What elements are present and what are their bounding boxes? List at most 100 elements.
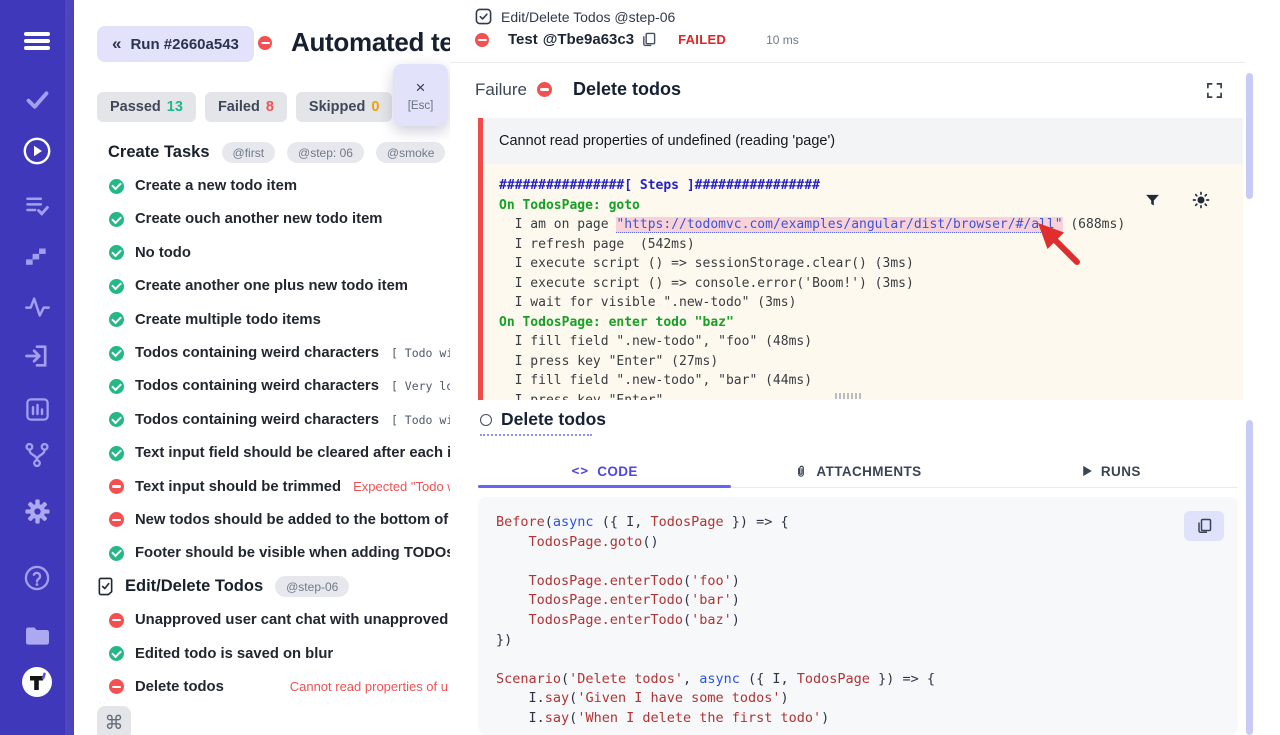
check-icon[interactable]	[0, 86, 74, 113]
command-palette-button[interactable]: ⌘	[97, 706, 131, 735]
code-token: TodosPage.enterTodo	[529, 592, 683, 608]
test-row[interactable]: Todos containing weird characters[ Todo …	[74, 336, 450, 369]
menu-icon[interactable]	[0, 27, 74, 55]
code-line: Before(async ({ I, TodosPage }) => {	[496, 513, 1220, 533]
code-token	[496, 534, 529, 550]
step-line: I fill field ".new-todo", "foo" (48ms)	[499, 332, 1227, 352]
fail-icon	[109, 512, 124, 527]
filter-steps-button[interactable]	[1144, 192, 1161, 209]
pulse-icon[interactable]	[0, 293, 74, 320]
copy-test-id-button[interactable]	[641, 32, 656, 47]
code-token: say	[545, 690, 569, 706]
run-back-button[interactable]: « Run #2660a543	[97, 26, 254, 62]
code-token: I.	[496, 710, 545, 726]
step-text: I execute script () => console.error('Bo…	[499, 276, 914, 291]
test-row[interactable]: Edited todo is saved on blur	[74, 637, 450, 670]
test-title-row: Test @Tbe9a63c3 FAILED 10 ms	[475, 31, 799, 48]
test-label: Create a new todo item	[135, 178, 297, 194]
step-line: On TodosPage: enter todo "baz"	[499, 313, 1227, 333]
passed-filter-badge[interactable]: Passed 13	[97, 92, 196, 122]
tab-attachments[interactable]: ATTACHMENTS	[731, 455, 984, 487]
suite-header[interactable]: Edit/Delete Todos@step-06	[74, 570, 450, 603]
app-sidebar	[0, 0, 74, 735]
suite-header[interactable]: Create Tasks@first@step: 06@smoke@sto	[74, 136, 450, 169]
import-icon[interactable]	[0, 342, 74, 370]
code-token: )	[732, 612, 740, 628]
settings-icon[interactable]	[0, 497, 74, 526]
step-url-link[interactable]: "https://todomvc.com/examples/angular/di…	[616, 217, 1062, 233]
tab-code[interactable]: <> CODE	[478, 455, 731, 487]
esc-hint: [Esc]	[408, 100, 434, 112]
test-row[interactable]: Create a new todo item	[74, 169, 450, 202]
test-row[interactable]: Create multiple todo items	[74, 303, 450, 336]
step-text: I fill field ".new-todo", "foo" (48ms)	[499, 334, 812, 349]
test-id: @Tbe9a63c3	[543, 31, 634, 48]
task-list-icon[interactable]	[0, 192, 74, 219]
horizontal-scrollbar[interactable]	[835, 393, 862, 399]
test-row[interactable]: Create another one plus new todo item	[74, 270, 450, 303]
logo-icon[interactable]	[0, 666, 74, 698]
command-key-icon: ⌘	[105, 712, 124, 735]
pass-icon	[109, 446, 124, 461]
help-icon[interactable]	[0, 564, 74, 592]
theme-toggle-button[interactable]	[1191, 190, 1211, 210]
analytics-icon[interactable]	[0, 396, 74, 423]
test-label: No todo	[135, 245, 191, 261]
test-section-heading[interactable]: Delete todos	[480, 409, 606, 430]
close-panel-button[interactable]: × [Esc]	[393, 64, 448, 126]
test-row[interactable]: Delete todosCannot read properties of u	[74, 670, 450, 703]
test-row[interactable]: Todos containing weird characters[ Todo …	[74, 403, 450, 436]
expand-icon	[1206, 82, 1223, 99]
code-token	[496, 612, 529, 628]
code-token: )	[781, 690, 789, 706]
failed-filter-badge[interactable]: Failed 8	[205, 92, 287, 122]
step-text: I refresh page (542ms)	[499, 237, 695, 252]
code-token: 'baz'	[691, 612, 732, 628]
test-row[interactable]: Todos containing weird characters[ Very …	[74, 370, 450, 403]
run-id-label: Run #2660a543	[130, 36, 238, 53]
test-example-data: [ Todo with	[391, 346, 450, 360]
failure-heading: Failure Delete todos	[475, 79, 681, 100]
fail-status-icon	[537, 82, 552, 97]
active-tab-indicator	[478, 485, 731, 488]
copy-code-button[interactable]	[1184, 511, 1224, 541]
suite-title: Edit/Delete Todos	[125, 577, 263, 596]
code-token: TodosPage.enterTodo	[529, 612, 683, 628]
error-message: Cannot read properties of undefined (rea…	[499, 133, 835, 149]
test-label: Todos containing weird characters	[135, 412, 379, 428]
test-label: Todos containing weird characters	[135, 378, 379, 394]
code-token: async	[553, 514, 594, 530]
test-label: Delete todos	[135, 679, 224, 695]
fullscreen-button[interactable]	[1206, 82, 1223, 99]
test-row[interactable]: Text input field should be cleared after…	[74, 437, 450, 470]
step-text: I am on page	[499, 217, 616, 232]
suite-check-icon	[475, 8, 492, 25]
test-row[interactable]: New todos should be added to the bottom …	[74, 503, 450, 536]
projects-icon[interactable]	[0, 621, 74, 650]
status-filter-badges: Passed 13 Failed 8 Skipped 0	[97, 92, 392, 122]
scrollbar-thumb-bottom[interactable]	[1246, 420, 1253, 735]
breadcrumb[interactable]: Edit/Delete Todos @step-06	[475, 8, 675, 25]
step-text: On TodosPage: enter todo "baz"	[499, 315, 734, 330]
test-row[interactable]: Text input should be trimmedExpected "To…	[74, 470, 450, 503]
steps-icon[interactable]	[0, 242, 74, 268]
play-circle-icon[interactable]	[0, 137, 74, 165]
close-icon: ×	[416, 79, 426, 96]
code-line: TodosPage.enterTodo('baz')	[496, 611, 1220, 631]
code-token: TodosPage.enterTodo	[529, 573, 683, 589]
code-token: (	[683, 573, 691, 589]
skipped-filter-badge[interactable]: Skipped 0	[296, 92, 392, 122]
code-token: }) => {	[870, 671, 935, 687]
test-row[interactable]: Footer should be visible when adding TOD…	[74, 537, 450, 570]
test-row[interactable]: Unapproved user cant chat with unapprove…	[74, 603, 450, 636]
test-row[interactable]: Create ouch another new todo item	[74, 203, 450, 236]
tests-panel: « Run #2660a543 Automated te × [Esc] Pas…	[74, 0, 450, 735]
code-token	[496, 573, 529, 589]
tab-runs[interactable]: RUNS	[985, 455, 1238, 487]
fail-status-icon	[258, 36, 272, 50]
step-text: ################[ Steps ]###############…	[499, 178, 820, 193]
test-row[interactable]: No todo	[74, 236, 450, 269]
code-token: TodosPage	[650, 514, 723, 530]
scrollbar-thumb-top[interactable]	[1246, 73, 1253, 199]
branch-icon[interactable]	[0, 441, 74, 469]
